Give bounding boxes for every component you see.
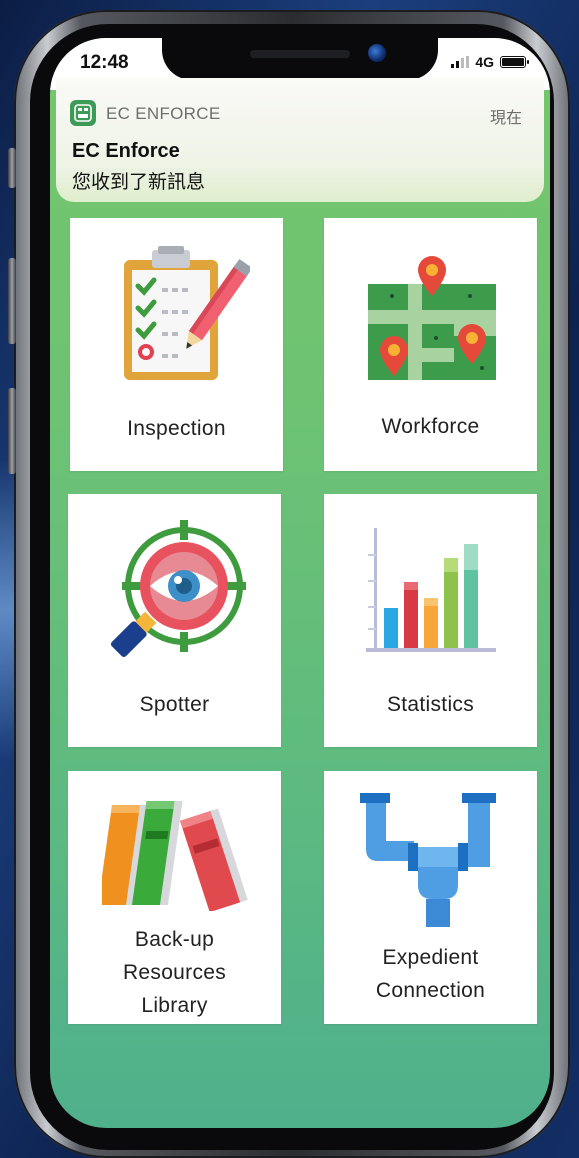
- tile-label-line-1: Expedient: [382, 946, 479, 969]
- tile-label-workforce: Workforce: [381, 415, 480, 438]
- battery-icon: [500, 56, 529, 68]
- ec-enforce-app-icon: [70, 100, 96, 126]
- notification-time: 現在: [489, 110, 522, 127]
- tile-label-line-1: Back-up: [134, 928, 215, 951]
- notification-app-name: EC ENFORCE: [106, 104, 221, 123]
- tile-spotter[interactable]: Spotter: [68, 494, 281, 747]
- tile-label-line-2: Resources: [122, 961, 227, 984]
- tile-label-spotter: Spotter: [139, 693, 210, 716]
- mute-switch: [8, 148, 16, 188]
- tile-label-statistics: Statistics: [386, 693, 475, 716]
- tile-label-expedient-connection: Expedient Connection: [324, 941, 537, 1007]
- signal-strength-icon: [451, 56, 470, 68]
- clipboard-checklist-icon: [124, 246, 250, 380]
- front-camera: [368, 44, 386, 62]
- books-icon: [102, 801, 248, 911]
- status-time: 12:48: [80, 52, 129, 73]
- tile-expedient-connection[interactable]: Expedient Connection: [324, 771, 537, 1024]
- phone-screen: 12:48 4G EC ENFORCE 現在 EC Enforce 您收到了新訊…: [50, 38, 550, 1128]
- network-type: 4G: [475, 54, 494, 70]
- volume-up-button: [8, 258, 16, 344]
- bar-chart-icon: [366, 528, 496, 652]
- notification-title: EC Enforce: [72, 140, 180, 162]
- tile-inspection[interactable]: Inspection: [70, 218, 283, 471]
- tile-label-line-3: Library: [141, 994, 208, 1017]
- tile-workforce[interactable]: Workforce: [324, 218, 537, 471]
- notification-body: 您收到了新訊息: [72, 172, 206, 193]
- map-pins-icon: [368, 256, 496, 380]
- status-indicators: 4G: [451, 54, 529, 70]
- pipe-connection-icon: [360, 793, 496, 927]
- tile-backup-resources-library[interactable]: Back-up Resources Library: [68, 771, 281, 1024]
- tile-statistics[interactable]: Statistics: [324, 494, 537, 747]
- earpiece-speaker: [250, 50, 350, 58]
- tile-label-backup-resources-library: Back-up Resources Library: [68, 923, 281, 1022]
- tile-label-line-2: Connection: [375, 979, 486, 1002]
- tile-label-inspection: Inspection: [127, 417, 226, 440]
- volume-down-button: [8, 388, 16, 474]
- eye-target-magnifier-icon: [110, 520, 246, 658]
- notch: [162, 38, 438, 80]
- push-notification-banner[interactable]: EC ENFORCE 現在 EC Enforce 您收到了新訊息: [56, 78, 544, 202]
